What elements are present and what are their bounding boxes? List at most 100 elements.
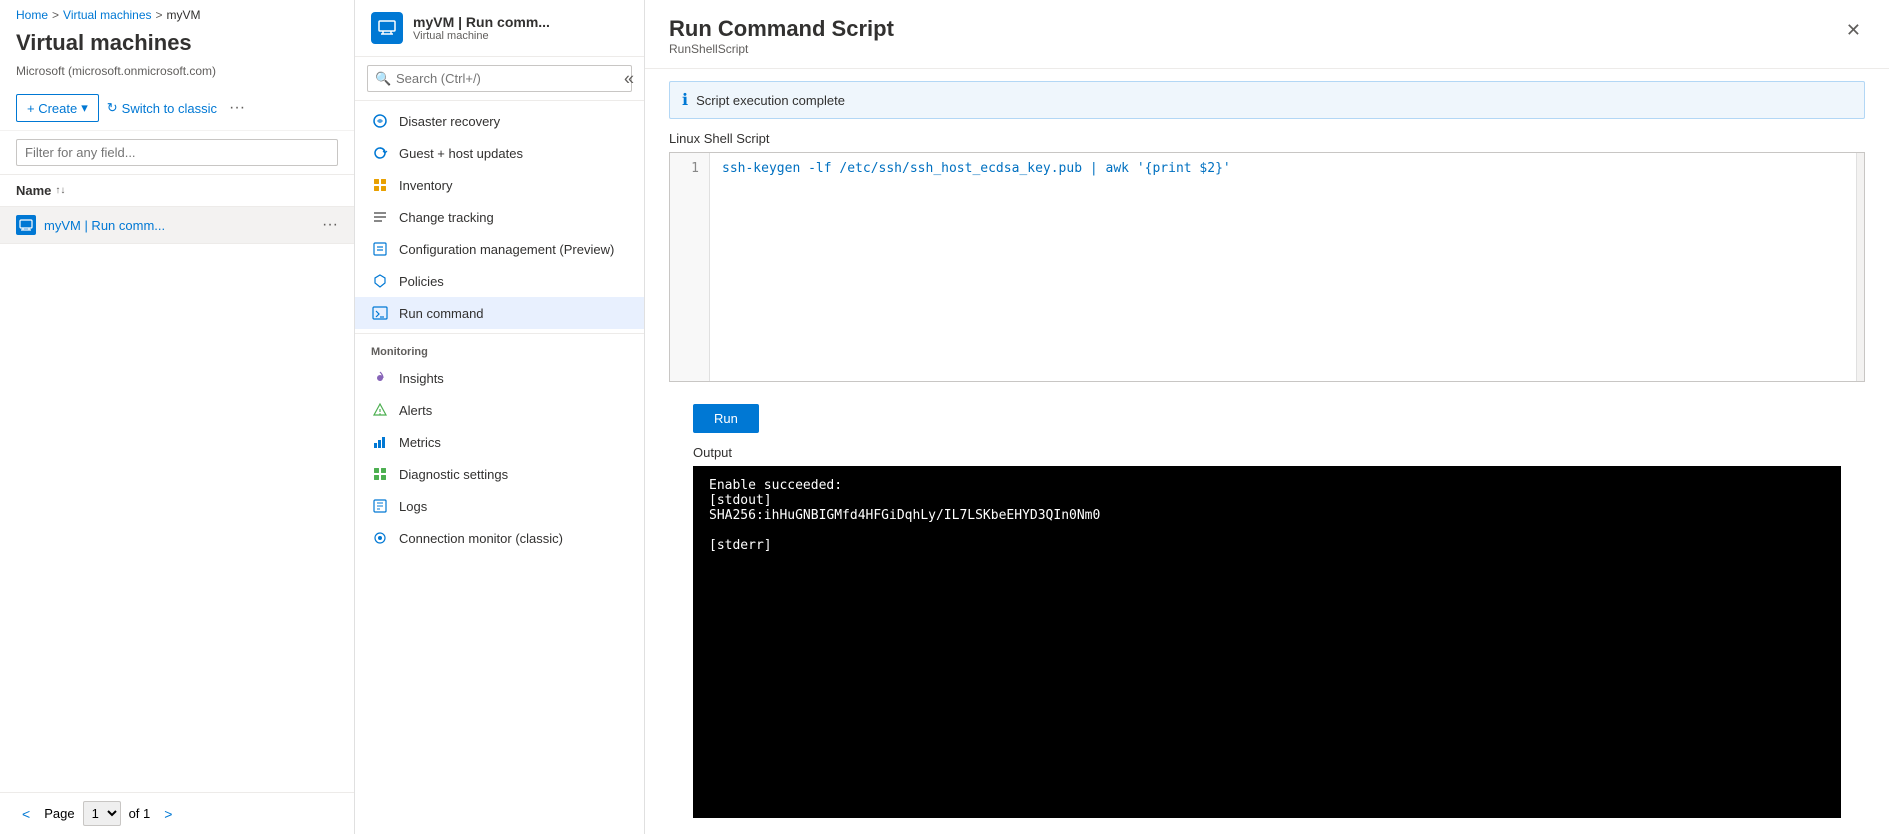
insights-label: Insights (399, 371, 444, 386)
vm-header-icon (371, 12, 403, 44)
vm-header-title: myVM | Run comm... (413, 14, 550, 30)
prev-page-button[interactable]: < (16, 804, 36, 824)
sort-icon: ↑↓ (55, 185, 65, 196)
inventory-icon (371, 176, 389, 194)
nav-item-change-tracking[interactable]: Change tracking (355, 201, 644, 233)
nav-item-logs[interactable]: Logs (355, 490, 644, 522)
script-editor: 1 ssh-keygen -lf /etc/ssh/ssh_host_ecdsa… (669, 152, 1865, 382)
policies-icon (371, 272, 389, 290)
nav-item-disaster-recovery[interactable]: Disaster recovery (355, 105, 644, 137)
vm-more-button[interactable]: ··· (322, 216, 338, 234)
script-label: Linux Shell Script (669, 131, 1865, 146)
diagnostic-icon (371, 465, 389, 483)
diagnostic-label: Diagnostic settings (399, 467, 508, 482)
run-command-label: Run command (399, 306, 484, 321)
next-page-button[interactable]: > (158, 804, 178, 824)
script-section: Linux Shell Script 1 ssh-keygen -lf /etc… (645, 131, 1889, 834)
switch-icon: ↻ (107, 100, 118, 116)
connection-monitor-label: Connection monitor (classic) (399, 531, 563, 546)
output-label: Output (669, 445, 1865, 466)
left-panel: Home > Virtual machines > myVM Virtual m… (0, 0, 355, 834)
table-header: Name ↑↓ (0, 175, 354, 207)
policies-label: Policies (399, 274, 444, 289)
breadcrumb-vms[interactable]: Virtual machines (63, 8, 152, 22)
output-terminal: Enable succeeded: [stdout] SHA256:ihHuGN… (693, 466, 1841, 818)
code-content[interactable]: ssh-keygen -lf /etc/ssh/ssh_host_ecdsa_k… (710, 153, 1856, 381)
disaster-recovery-label: Disaster recovery (399, 114, 500, 129)
line-number-1: 1 (680, 161, 699, 176)
inventory-label: Inventory (399, 178, 452, 193)
nav-item-alerts[interactable]: Alerts (355, 394, 644, 426)
nav-item-guest-updates[interactable]: Guest + host updates (355, 137, 644, 169)
guest-updates-label: Guest + host updates (399, 146, 523, 161)
toolbar: + Create ▾ ↻ Switch to classic ··· (0, 86, 354, 131)
filter-input[interactable] (16, 139, 338, 166)
switch-classic-button[interactable]: ↻ Switch to classic (107, 100, 217, 116)
run-button-container: Run (669, 392, 1865, 445)
panel-title: Virtual machines (0, 26, 354, 64)
nav-section-operations: Disaster recovery Guest + host updates (355, 101, 644, 558)
nav-item-metrics[interactable]: Metrics (355, 426, 644, 458)
line-numbers: 1 (670, 153, 710, 381)
config-mgmt-icon (371, 240, 389, 258)
create-label: + Create (27, 101, 77, 116)
metrics-label: Metrics (399, 435, 441, 450)
alerts-label: Alerts (399, 403, 432, 418)
script-panel-header: Run Command Script RunShellScript ✕ (645, 0, 1889, 69)
search-input[interactable] (367, 65, 632, 92)
output-line-5: [stderr] (709, 538, 1825, 553)
close-button[interactable]: ✕ (1842, 16, 1865, 45)
info-banner-text: Script execution complete (696, 93, 845, 108)
panel-header-text: Run Command Script RunShellScript (669, 16, 894, 56)
insights-icon (371, 369, 389, 387)
vm-header: myVM | Run comm... Virtual machine (355, 0, 644, 57)
name-header: Name (16, 183, 51, 198)
change-tracking-icon (371, 208, 389, 226)
right-panel: Run Command Script RunShellScript ✕ ℹ Sc… (645, 0, 1889, 834)
code-text: ssh-keygen -lf /etc/ssh/ssh_host_ecdsa_k… (722, 161, 1231, 176)
breadcrumb-current: myVM (167, 8, 201, 22)
info-icon: ℹ (682, 90, 688, 110)
switch-label: Switch to classic (122, 101, 217, 116)
pagination: < Page 1 of 1 > (0, 792, 354, 834)
create-button[interactable]: + Create ▾ (16, 94, 99, 122)
middle-panel: myVM | Run comm... Virtual machine 🔍 « D… (355, 0, 645, 834)
nav-item-connection-monitor[interactable]: Connection monitor (classic) (355, 522, 644, 554)
vm-icon (16, 215, 36, 235)
collapse-panel-button[interactable]: « (620, 64, 638, 93)
chevron-down-icon: ▾ (81, 100, 88, 116)
nav-item-diagnostic-settings[interactable]: Diagnostic settings (355, 458, 644, 490)
output-line-3: SHA256:ihHuGNBIGMfd4HFGiDqhLy/IL7LSKbeEH… (709, 508, 1825, 523)
change-tracking-label: Change tracking (399, 210, 494, 225)
connection-monitor-icon (371, 529, 389, 547)
config-mgmt-label: Configuration management (Preview) (399, 242, 614, 257)
script-panel-sub: RunShellScript (669, 42, 894, 56)
output-line-4 (709, 523, 1825, 538)
panel-subtitle: Microsoft (microsoft.onmicrosoft.com) (0, 64, 354, 86)
output-line-1: Enable succeeded: (709, 478, 1825, 493)
nav-item-config-mgmt[interactable]: Configuration management (Preview) (355, 233, 644, 265)
more-options-button[interactable]: ··· (225, 95, 249, 121)
guest-updates-icon (371, 144, 389, 162)
nav-item-inventory[interactable]: Inventory (355, 169, 644, 201)
breadcrumb-home[interactable]: Home (16, 8, 48, 22)
vm-name: myVM | Run comm... (44, 218, 165, 233)
monitoring-section-title: Monitoring (355, 338, 644, 362)
nav-item-insights[interactable]: Insights (355, 362, 644, 394)
alerts-icon (371, 401, 389, 419)
nav-item-policies[interactable]: Policies (355, 265, 644, 297)
vm-row-left: myVM | Run comm... (16, 215, 165, 235)
page-select[interactable]: 1 (83, 801, 121, 826)
metrics-icon (371, 433, 389, 451)
vm-row[interactable]: myVM | Run comm... ··· (0, 207, 354, 244)
breadcrumb-sep1: > (52, 8, 59, 22)
nav-divider (355, 333, 644, 334)
breadcrumb: Home > Virtual machines > myVM (0, 0, 354, 26)
breadcrumb-sep2: > (156, 8, 163, 22)
run-button[interactable]: Run (693, 404, 759, 433)
of-label: of 1 (129, 806, 151, 821)
scrollbar[interactable] (1856, 153, 1864, 381)
nav-item-run-command[interactable]: Run command (355, 297, 644, 329)
script-panel-title: Run Command Script (669, 16, 894, 42)
logs-label: Logs (399, 499, 427, 514)
